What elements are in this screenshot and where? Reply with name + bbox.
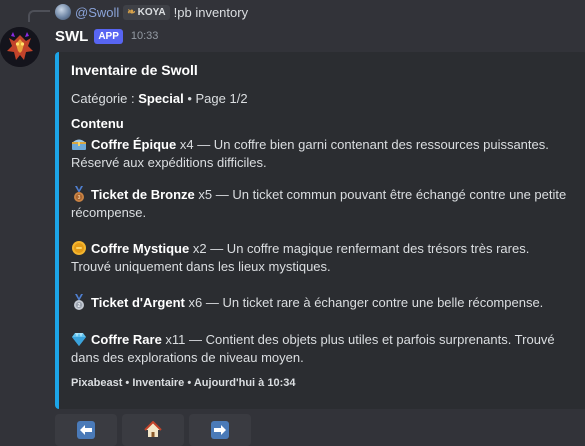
item-quantity: x2 [189,241,207,256]
item-name: Ticket de Bronze [91,187,195,202]
dragon-avatar-icon [0,27,40,67]
item-quantity: x4 [176,137,194,152]
server-tag[interactable]: ❧ KOYA [123,4,170,20]
item-name: Coffre Mystique [91,241,190,256]
treasure-chest-icon [72,139,86,150]
discord-message: @Swoll ❧ KOYA !pb inventory SWL APP 10:3… [0,0,585,446]
item-description: — Un ticket rare à échanger contre une b… [202,295,544,310]
item-name: Coffre Rare [91,332,162,347]
gold-coin-icon [72,241,86,255]
category-prefix: Catégorie : [71,91,139,106]
svg-text:2: 2 [78,303,81,309]
left-arrow-icon [77,421,95,439]
item-name: Coffre Épique [91,137,177,152]
category-value: Special [138,91,184,106]
page-indicator: • Page 1/2 [183,91,248,106]
inventory-item: 3 Ticket de Bronze x5 — Un ticket commun… [71,186,571,222]
bot-avatar[interactable] [0,27,40,67]
silver-medal-icon: 2 [74,294,84,310]
reply-connector [28,10,50,22]
next-page-button[interactable] [189,414,251,446]
reply-username[interactable]: @Swoll [75,5,119,20]
svg-text:3: 3 [78,195,81,201]
item-name: Ticket d'Argent [91,295,185,310]
leaf-icon: ❧ [127,6,136,18]
item-quantity: x11 [161,332,186,347]
category-line: Catégorie : Special • Page 1/2 [71,91,248,106]
item-quantity: x5 [194,187,213,202]
bronze-medal-icon: 3 [74,186,84,202]
inventory-item: Coffre Mystique x2 — Un coffre magique r… [71,240,571,276]
timestamp[interactable]: 10:33 [131,30,159,42]
section-label: Contenu [71,116,124,131]
house-icon [144,421,162,439]
inventory-embed: Inventaire de Swoll Catégorie : Special … [55,52,585,409]
server-tag-label: KOYA [137,6,166,18]
message-header: SWL APP 10:33 [55,27,158,45]
app-badge: APP [94,28,123,44]
previous-page-button[interactable] [55,414,117,446]
right-arrow-icon [211,421,229,439]
reply-message[interactable]: !pb inventory [174,5,248,20]
embed-footer: Pixabeast • Inventaire • Aujourd'hui à 1… [71,377,296,389]
diamond-icon [72,333,86,346]
item-quantity: x6 [184,295,203,310]
embed-title: Inventaire de Swoll [71,62,198,78]
author-name[interactable]: SWL [55,28,88,45]
reply-avatar[interactable] [55,4,71,20]
inventory-item: Coffre Rare x11 — Contient des objets pl… [71,331,571,367]
reply-preview[interactable]: @Swoll ❧ KOYA !pb inventory [55,3,248,21]
inventory-item: 2 Ticket d'Argent x6 — Un ticket rare à … [71,294,571,312]
home-button[interactable] [122,414,184,446]
inventory-item: Coffre Épique x4 — Un coffre bien garni … [71,136,571,172]
